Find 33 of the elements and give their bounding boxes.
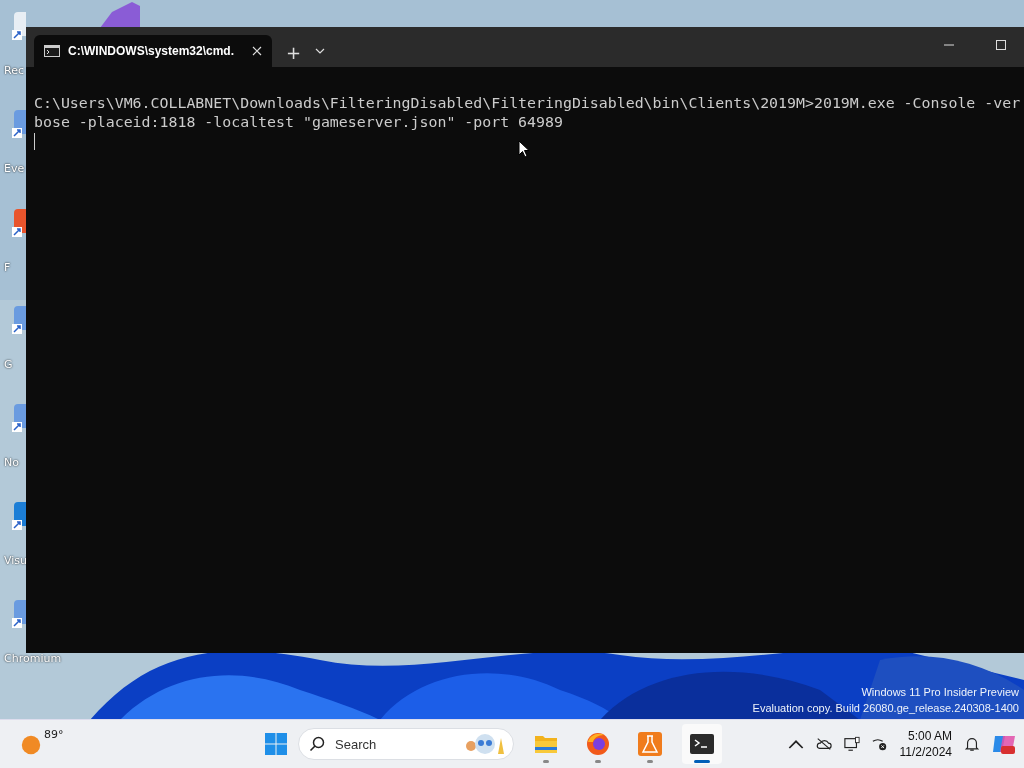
console-line: bose -placeid:1818 -localtest "gameserver.json" -port 64989 bbox=[34, 113, 564, 132]
desktop-icon-label[interactable]: G bbox=[4, 358, 13, 371]
bell-icon[interactable] bbox=[964, 736, 980, 753]
text-cursor bbox=[34, 133, 35, 150]
monitor-icon[interactable] bbox=[843, 736, 860, 753]
console-icon bbox=[44, 45, 60, 57]
desktop-icon-label[interactable]: Rec bbox=[4, 64, 24, 77]
new-tab-button[interactable]: + bbox=[278, 37, 310, 67]
browser-icon bbox=[586, 732, 610, 757]
sun-icon[interactable] bbox=[20, 734, 42, 757]
terminal-icon bbox=[690, 732, 714, 757]
caret-icon[interactable] bbox=[315, 48, 326, 54]
watermark-text: Windows 11 Pro Insider Preview bbox=[861, 685, 1019, 700]
terminal-tab[interactable]: C:\WINDOWS\system32\cmd. bbox=[34, 35, 272, 67]
desktop-icon-label[interactable]: Eve bbox=[4, 162, 25, 175]
flask-icon bbox=[638, 732, 662, 757]
start-icon[interactable] bbox=[264, 732, 288, 757]
clock[interactable]: 5:00 AM 11/2/2024 bbox=[899, 728, 952, 761]
maximize-icon[interactable] bbox=[995, 39, 1007, 51]
watermark-text: Evaluation copy. Build 26080.ge_release.240308-1400 bbox=[752, 701, 1019, 716]
close-icon[interactable] bbox=[252, 46, 262, 56]
desktop-icon-label[interactable]: F bbox=[4, 261, 11, 274]
temperature-text[interactable]: 89° bbox=[44, 728, 64, 742]
search-icon bbox=[309, 736, 325, 753]
network-disconnected-icon[interactable] bbox=[871, 736, 888, 753]
search-input[interactable]: Search bbox=[333, 735, 457, 753]
cloud-off-icon[interactable] bbox=[815, 736, 832, 753]
desktop-icon-label[interactable]: Visu bbox=[4, 554, 28, 567]
search-bar[interactable]: Search bbox=[298, 728, 514, 761]
desktop-icon-label[interactable]: No bbox=[4, 456, 19, 469]
mouse-pointer-icon bbox=[518, 140, 530, 158]
desktop-icon-label[interactable]: Chromium bbox=[4, 652, 62, 665]
terminal-taskbar-button[interactable] bbox=[682, 724, 722, 765]
